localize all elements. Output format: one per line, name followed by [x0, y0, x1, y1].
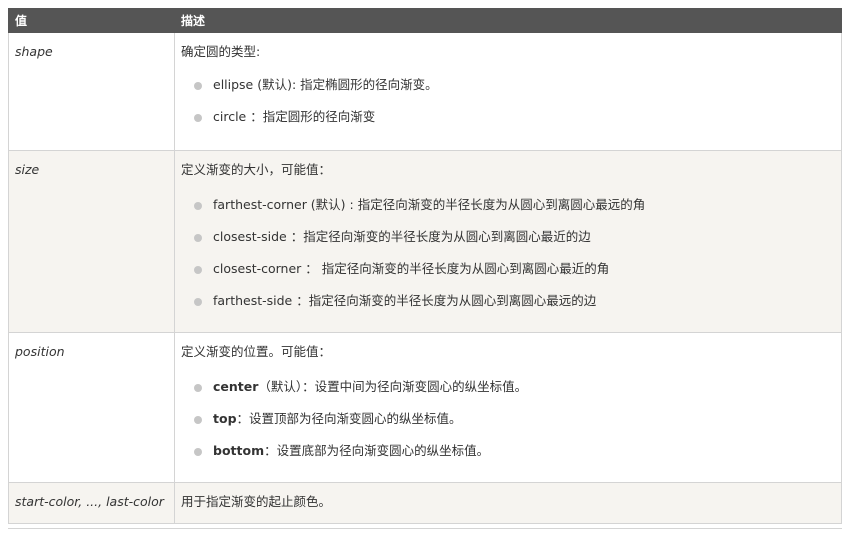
value-cell: position: [8, 332, 175, 483]
options-list: ellipse (默认): 指定椭圆形的径向渐变。 circle ：指定圆形的径…: [181, 69, 835, 133]
description-cell: 定义渐变的大小，可能值： farthest-corner (默认) : 指定径向…: [174, 150, 842, 333]
description-intro: 定义渐变的位置。可能值：: [181, 344, 332, 359]
bullet-icon: [194, 298, 202, 306]
table-row: size 定义渐变的大小，可能值： farthest-corner (默认) :…: [8, 150, 842, 333]
description-intro: 用于指定渐变的起止颜色。: [181, 494, 332, 509]
header-value: 值: [8, 8, 175, 33]
bullet-icon: [194, 234, 202, 242]
table-header-row: 值 描述: [8, 8, 842, 33]
option-keyword: bottom: [213, 443, 265, 458]
list-item: bottom：设置底部为径向渐变圆心的纵坐标值。: [181, 435, 835, 467]
css-values-table: 值 描述 shape 确定圆的类型: ellipse (默认): 指定椭圆形的径…: [8, 8, 842, 524]
description-cell: 定义渐变的位置。可能值： center（默认）：设置中间为径向渐变圆心的纵坐标值…: [174, 332, 842, 483]
list-item: circle ：指定圆形的径向渐变: [181, 101, 835, 133]
table-row: shape 确定圆的类型: ellipse (默认): 指定椭圆形的径向渐变。 …: [8, 32, 842, 151]
list-item: closest-side ：指定径向渐变的半径长度为从圆心到离圆心最近的边: [181, 221, 835, 253]
bullet-icon: [194, 416, 202, 424]
option-keyword: top: [213, 411, 237, 426]
header-description: 描述: [174, 8, 842, 33]
bullet-icon: [194, 384, 202, 392]
table-row: position 定义渐变的位置。可能值： center（默认）：设置中间为径向…: [8, 332, 842, 483]
options-list: center（默认）：设置中间为径向渐变圆心的纵坐标值。 top：设置顶部为径向…: [181, 371, 835, 467]
list-item: top：设置顶部为径向渐变圆心的纵坐标值。: [181, 403, 835, 435]
bullet-icon: [194, 202, 202, 210]
bullet-icon: [194, 448, 202, 456]
list-item: closest-corner ： 指定径向渐变的半径长度为从圆心到离圆心最近的角: [181, 253, 835, 285]
list-item: ellipse (默认): 指定椭圆形的径向渐变。: [181, 69, 835, 101]
bullet-icon: [194, 82, 202, 90]
description-intro: 定义渐变的大小，可能值：: [181, 162, 332, 177]
value-cell: size: [8, 150, 175, 333]
option-keyword: center: [213, 379, 259, 394]
description-cell: 确定圆的类型: ellipse (默认): 指定椭圆形的径向渐变。 circle…: [174, 32, 842, 151]
list-item: farthest-side ：指定径向渐变的半径长度为从圆心到离圆心最远的边: [181, 285, 835, 317]
table-row: start-color, ..., last-color 用于指定渐变的起止颜色…: [8, 482, 842, 524]
list-item: center（默认）：设置中间为径向渐变圆心的纵坐标值。: [181, 371, 835, 403]
bullet-icon: [194, 114, 202, 122]
description-intro: 确定圆的类型:: [181, 44, 261, 59]
list-item: farthest-corner (默认) : 指定径向渐变的半径长度为从圆心到离…: [181, 189, 835, 221]
value-cell: shape: [8, 32, 175, 151]
bullet-icon: [194, 266, 202, 274]
options-list: farthest-corner (默认) : 指定径向渐变的半径长度为从圆心到离…: [181, 189, 835, 317]
description-cell: 用于指定渐变的起止颜色。: [174, 482, 842, 524]
value-cell: start-color, ..., last-color: [8, 482, 175, 524]
page: 值 描述 shape 确定圆的类型: ellipse (默认): 指定椭圆形的径…: [0, 0, 847, 537]
divider: [8, 528, 842, 529]
